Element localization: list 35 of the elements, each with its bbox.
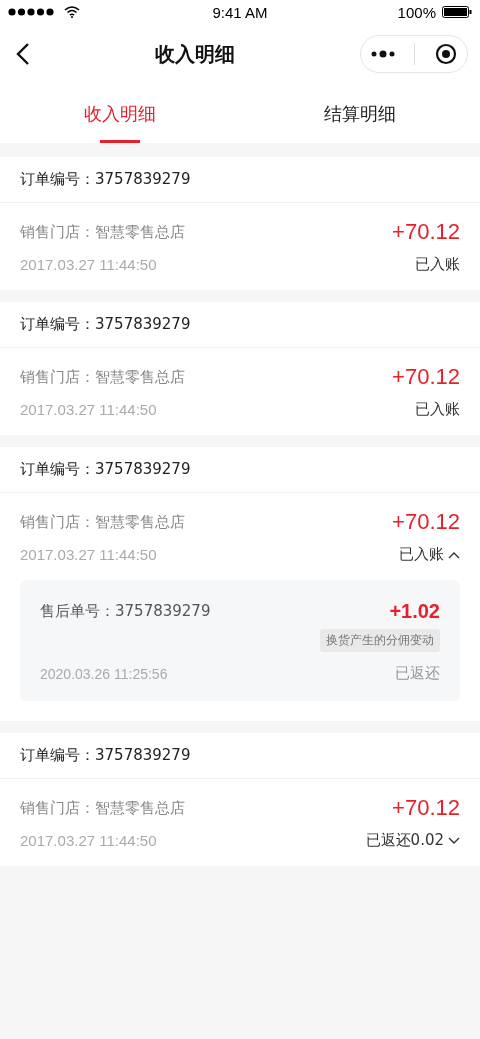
- order-number: 订单编号：3757839279: [0, 302, 480, 348]
- clock-time: 9:41 AM: [212, 3, 268, 21]
- after-sale-status: 已返还: [395, 664, 440, 683]
- status-toggle[interactable]: 已返还0.02: [365, 831, 460, 850]
- close-button[interactable]: [435, 43, 458, 65]
- reason-tag: 换货产生的分佣变动: [320, 629, 440, 652]
- status-toggle[interactable]: 已入账: [399, 545, 460, 564]
- order-number: 订单编号：3757839279: [0, 447, 480, 493]
- order-time: 2017.03.27 11:44:50: [20, 256, 157, 273]
- after-sale-time: 2020.03.26 11:25:56: [40, 665, 168, 682]
- store-name: 销售门店：智慧零售总店: [20, 222, 185, 242]
- battery-percent: 100%: [397, 3, 436, 21]
- order-time: 2017.03.27 11:44:50: [20, 401, 157, 418]
- order-number: 订单编号：3757839279: [0, 733, 480, 779]
- order-number: 订单编号：3757839279: [0, 157, 480, 203]
- after-sale-number: 售后单号：3757839279: [40, 602, 211, 621]
- back-button[interactable]: [16, 42, 30, 66]
- amount: +70.12: [392, 509, 460, 535]
- battery-icon: [442, 6, 472, 18]
- amount: +70.12: [392, 795, 460, 821]
- order-status: 已入账: [415, 255, 460, 274]
- more-button[interactable]: [370, 50, 395, 58]
- store-name: 销售门店：智慧零售总店: [20, 798, 185, 818]
- after-sale-amount: +1.02: [389, 600, 440, 623]
- tab[interactable]: 结算明细: [240, 84, 480, 143]
- store-name: 销售门店：智慧零售总店: [20, 367, 185, 387]
- store-name: 销售门店：智慧零售总店: [20, 512, 185, 532]
- order-status: 已入账: [415, 400, 460, 419]
- order-time: 2017.03.27 11:44:50: [20, 832, 157, 849]
- order-time: 2017.03.27 11:44:50: [20, 546, 157, 563]
- tab[interactable]: 收入明细: [0, 84, 240, 143]
- wifi-icon: [64, 6, 80, 18]
- page-title: 收入明细: [155, 40, 235, 68]
- amount: +70.12: [392, 219, 460, 245]
- amount: +70.12: [392, 364, 460, 390]
